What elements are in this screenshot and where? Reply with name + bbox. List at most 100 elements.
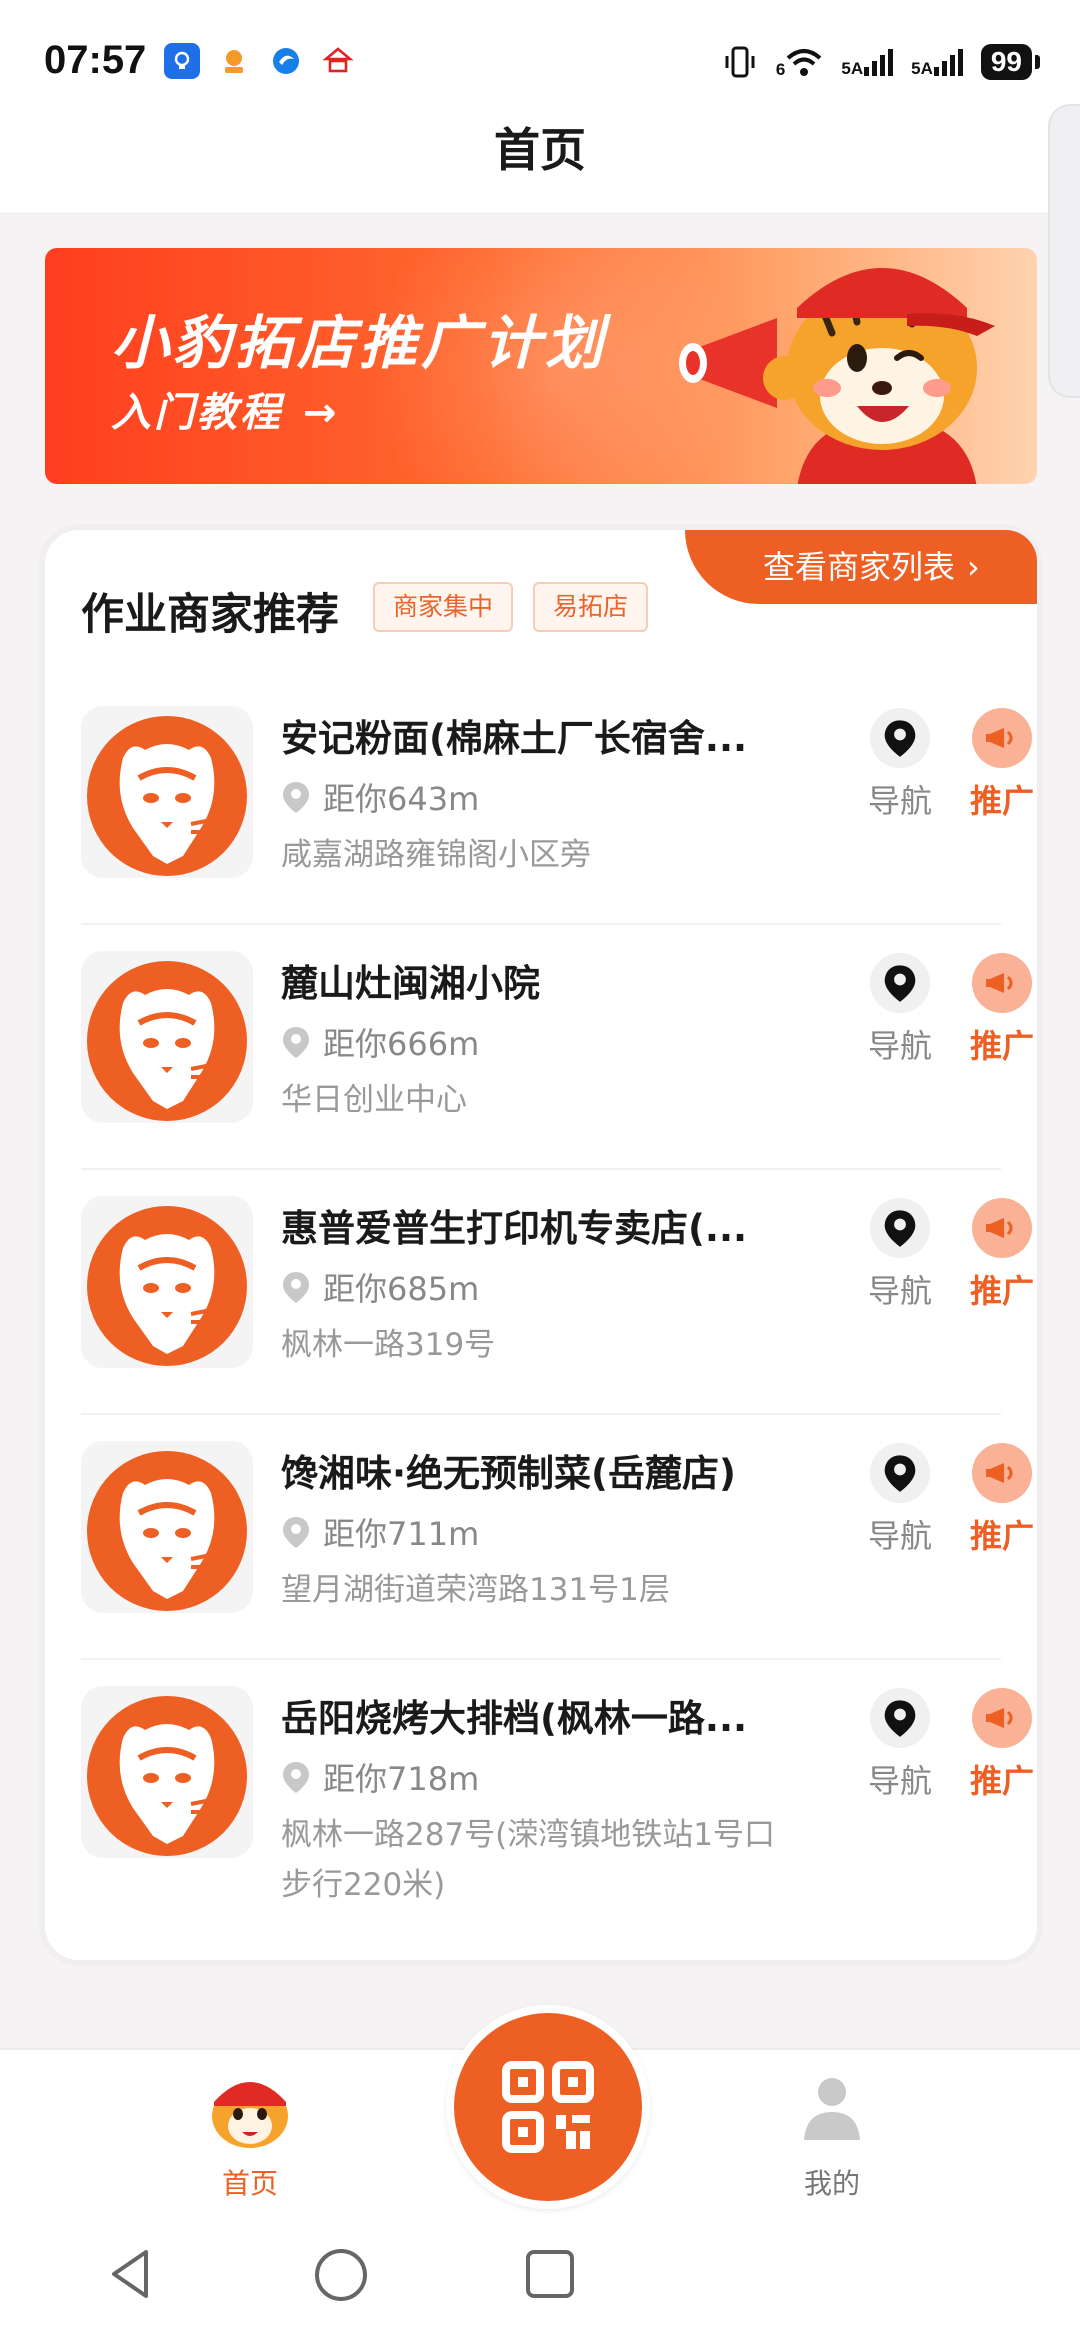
merchant-address: 咸嘉湖路雍锦阁小区旁	[281, 837, 591, 873]
tiger-mascot-megaphone-image	[679, 268, 995, 484]
banner-subtitle-link[interactable]: 入门教程 →	[111, 380, 340, 438]
merchant-name: 麓山灶闽湘小院	[281, 962, 540, 1005]
promote-button[interactable]: 推广	[957, 1198, 1047, 1312]
map-pin-icon	[870, 1443, 930, 1503]
promote-button[interactable]: 推广	[957, 1443, 1047, 1557]
merchant-distance-line: 距你666m	[281, 1019, 479, 1065]
tab-mine-label: 我的	[803, 2167, 860, 2200]
user-profile-icon	[804, 2078, 860, 2140]
location-pin-icon	[283, 782, 309, 813]
megaphone-icon	[972, 708, 1032, 768]
merchant-name: 安记粉面(棉麻土厂长宿舍...	[281, 717, 748, 760]
promote-button[interactable]: 推广	[957, 953, 1047, 1067]
leopard-logo-icon	[87, 716, 247, 876]
navigate-label: 导航	[867, 782, 932, 820]
tiger-home-icon	[212, 2082, 288, 2148]
merchant-row[interactable]: 馋湘味·绝无预制菜(岳麓店) 距你711m 望月湖街道荣湾路131号1层 导航 …	[81, 1415, 1034, 1660]
merchant-distance-line: 距你718m	[281, 1754, 479, 1800]
banner-title: 小豹拓店推广计划	[111, 309, 608, 377]
tab-home[interactable]: 首页	[150, 2062, 350, 2202]
merchant-row[interactable]: 惠普爱普生打印机专卖店(... 距你685m 枫林一路319号 导航 推广	[81, 1170, 1034, 1415]
map-pin-icon	[870, 708, 930, 768]
merchant-distance-line: 距你711m	[281, 1509, 479, 1555]
status-time: 07:57	[44, 38, 147, 82]
merchant-logo-image	[81, 951, 253, 1123]
signal-2-label: 5A	[911, 59, 933, 78]
tag-easy-expand: 易拓店	[533, 582, 649, 632]
merchant-distance: 距你643m	[323, 780, 480, 818]
app-header: 首页	[0, 118, 1080, 214]
navigate-button[interactable]: 导航	[855, 1688, 945, 1802]
navigate-button[interactable]: 导航	[855, 1443, 945, 1557]
banner-subtitle: 入门教程	[111, 390, 283, 436]
floating-edge-tab[interactable]	[1048, 104, 1080, 398]
merchant-row[interactable]: 麓山灶闽湘小院 距你666m 华日创业中心 导航 推广	[81, 925, 1034, 1170]
merchant-recommend-card: 作业商家推荐 商家集中 易拓店 查看商家列表 › 安记粉面(棉麻土厂长宿舍... …	[45, 530, 1037, 1960]
scan-qr-button[interactable]	[446, 2005, 650, 2209]
navigate-button[interactable]: 导航	[855, 1198, 945, 1312]
merchant-address: 枫林一路287号(溁湾镇地铁站1号口步行220米)	[281, 1817, 775, 1903]
merchant-address: 华日创业中心	[281, 1082, 467, 1118]
status-bar: 07:57 6 5A 5A 99	[0, 0, 1080, 118]
merchant-row[interactable]: 岳阳烧烤大排档(枫林一路... 距你718m 枫林一路287号(溁湾镇地铁站1号…	[81, 1660, 1034, 1940]
page-title: 首页	[494, 123, 586, 177]
wifi-indicator: 6	[776, 46, 823, 78]
section-title: 作业商家推荐	[81, 590, 339, 640]
cell-signal-icon	[864, 49, 894, 76]
wifi-icon	[787, 49, 822, 76]
merchant-logo-image	[81, 1686, 253, 1858]
battery-indicator: 99	[980, 44, 1041, 80]
chevron-right-icon: ›	[967, 548, 980, 586]
system-navigation-bar	[0, 2218, 1080, 2330]
navigate-button[interactable]: 导航	[855, 953, 945, 1067]
location-pin-icon	[283, 1027, 309, 1058]
back-triangle-icon[interactable]	[106, 2248, 154, 2300]
bank-app-icon	[320, 43, 356, 79]
qr-code-icon	[502, 2061, 594, 2153]
merchant-row[interactable]: 安记粉面(棉麻土厂长宿舍... 距你643m 咸嘉湖路雍锦阁小区旁 导航 推广	[81, 680, 1034, 925]
navigate-button[interactable]: 导航	[855, 708, 945, 822]
recents-square-icon[interactable]	[524, 2248, 576, 2300]
status-indicators: 6 5A 5A 99	[722, 44, 1041, 80]
promote-button[interactable]: 推广	[957, 708, 1047, 822]
merchant-address: 枫林一路319号	[281, 1327, 496, 1363]
home-circle-icon[interactable]	[314, 2248, 368, 2302]
megaphone-icon	[972, 1688, 1032, 1748]
mascot-app-icon	[216, 43, 252, 79]
tag-merchant-cluster: 商家集中	[373, 582, 514, 632]
browser-app-icon	[268, 43, 304, 79]
merchant-name: 岳阳烧烤大排档(枫林一路...	[281, 1697, 748, 1740]
map-pin-icon	[870, 1198, 930, 1258]
arrow-right-icon: →	[303, 390, 340, 436]
promote-label: 推广	[969, 782, 1034, 820]
navigate-label: 导航	[867, 1027, 932, 1065]
navigate-label: 导航	[867, 1762, 932, 1800]
promote-button[interactable]: 推广	[957, 1688, 1047, 1802]
merchant-distance: 距你685m	[323, 1270, 480, 1308]
tab-mine[interactable]: 我的	[732, 2062, 932, 2202]
merchant-list: 安记粉面(棉麻土厂长宿舍... 距你643m 咸嘉湖路雍锦阁小区旁 导航 推广	[81, 680, 1034, 1940]
merchant-distance: 距你666m	[323, 1025, 480, 1063]
promote-label: 推广	[969, 1272, 1034, 1310]
navigate-label: 导航	[867, 1272, 932, 1310]
megaphone-icon	[972, 1198, 1032, 1258]
merchant-distance-line: 距你643m	[281, 774, 479, 820]
promo-banner[interactable]: 小豹拓店推广计划 入门教程 →	[45, 248, 1037, 484]
megaphone-icon	[972, 1443, 1032, 1503]
view-merchant-list-button[interactable]: 查看商家列表 ›	[685, 530, 1037, 604]
promote-label: 推广	[969, 1762, 1034, 1800]
leopard-logo-icon	[87, 961, 247, 1121]
signal-1-label: 5A	[841, 59, 864, 78]
merchant-logo-image	[81, 1441, 253, 1613]
promote-label: 推广	[969, 1027, 1034, 1065]
bulb-app-icon	[164, 43, 200, 79]
merchant-logo-image	[81, 706, 253, 878]
merchant-address: 望月湖街道荣湾路131号1层	[281, 1572, 670, 1608]
location-pin-icon	[283, 1272, 309, 1303]
location-pin-icon	[283, 1517, 309, 1548]
leopard-logo-icon	[87, 1206, 247, 1366]
wifi-label: 6	[775, 60, 786, 79]
leopard-logo-icon	[87, 1451, 247, 1611]
tab-home-label: 首页	[221, 2167, 278, 2200]
map-pin-icon	[870, 953, 930, 1013]
